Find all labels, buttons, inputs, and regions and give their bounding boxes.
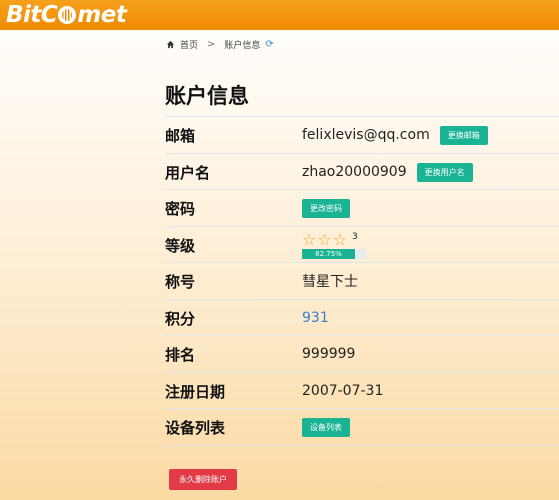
change-password-button[interactable]: 更改密码 [302, 198, 350, 218]
row-rank: 排名 999999 [165, 335, 559, 372]
level-progress-fill: 82.75% [302, 248, 355, 259]
level-progress-bar: 82.75% [302, 248, 366, 259]
nickname-value: 彗星下士 [302, 274, 358, 290]
label-level: 等级 [165, 236, 196, 255]
label-points: 积分 [165, 309, 196, 328]
label-email: 邮箱 [165, 126, 196, 145]
home-icon [166, 40, 175, 48]
row-register-date: 注册日期 2007-07-31 [165, 372, 559, 409]
row-devices: 设备列表 设备列表 [165, 408, 559, 446]
star-icon: ☆ [317, 229, 332, 249]
row-username: 用户名 zhao20000909 更换用户名 [165, 153, 559, 190]
device-list-button[interactable]: 设备列表 [302, 417, 350, 437]
label-password: 密码 [165, 199, 196, 218]
register-date-value: 2007-07-31 [302, 383, 384, 399]
change-email-button[interactable]: 更换邮箱 [439, 125, 488, 145]
email-value: felixlevis@qq.com [302, 127, 430, 143]
row-points: 积分 931 [165, 299, 559, 336]
star-icon: ☆ [332, 229, 348, 249]
breadcrumb: 首页 > 账户信息 ⟳ [166, 38, 274, 51]
bitcomet-logo[interactable]: BitC met [6, 1, 127, 29]
row-nickname: 称号 彗星下士 [165, 262, 559, 299]
breadcrumb-home[interactable]: 首页 [180, 38, 198, 51]
logo-text-left: BitC [6, 2, 58, 28]
star-icon: ☆ [302, 229, 317, 249]
refresh-icon[interactable]: ⟳ [265, 39, 273, 50]
level-stars: ☆ ☆ ☆ 3 [302, 229, 358, 249]
label-username: 用户名 [165, 163, 211, 182]
points-link[interactable]: 931 [302, 310, 329, 326]
row-password: 密码 更改密码 [165, 189, 559, 226]
row-level: 等级 ☆ ☆ ☆ 3 82.75% [165, 226, 559, 263]
breadcrumb-separator: > [207, 38, 216, 50]
change-username-button[interactable]: 更换用户名 [416, 162, 473, 182]
delete-account-button[interactable]: 永久删除账户 [169, 469, 237, 490]
label-nickname: 称号 [165, 272, 196, 291]
page-title: 账户信息 [165, 84, 249, 108]
label-register-date: 注册日期 [165, 382, 226, 401]
top-bar: BitC met [0, 0, 559, 30]
rank-value: 999999 [302, 346, 356, 362]
label-rank: 排名 [165, 345, 196, 364]
comet-icon [58, 6, 77, 24]
breadcrumb-current: 账户信息 [224, 40, 261, 51]
row-email: 邮箱 felixlevis@qq.com 更换邮箱 [165, 116, 559, 153]
username-value: zhao20000909 [302, 164, 407, 180]
label-devices: 设备列表 [165, 418, 226, 437]
star-count: 3 [352, 231, 358, 242]
logo-text-right: met [77, 2, 127, 28]
